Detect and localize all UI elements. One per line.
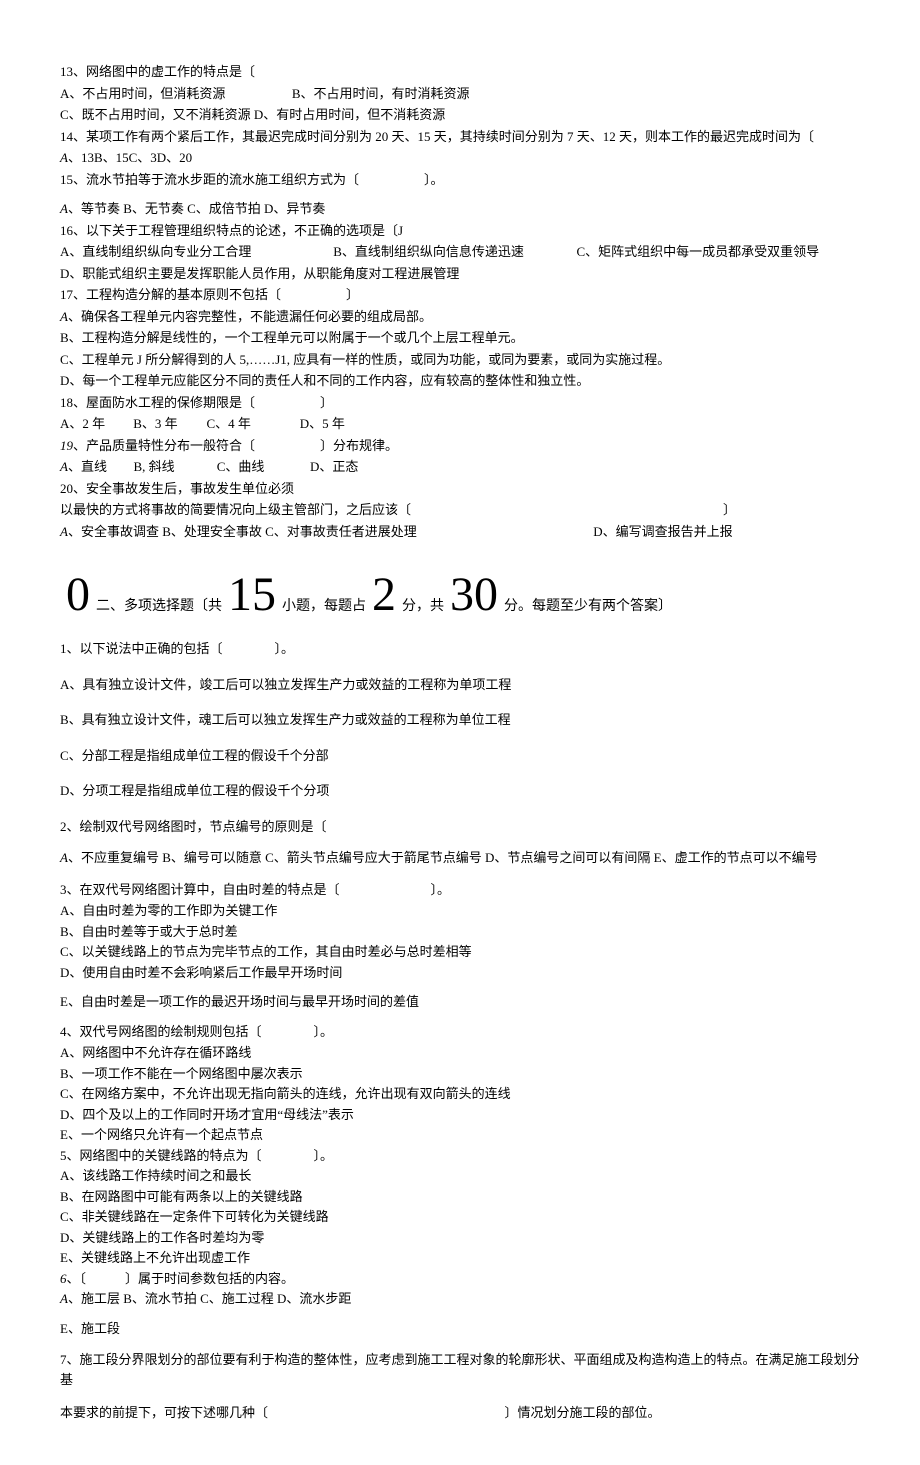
q19-stem-text: 、产品质量特性分布一般符合〔 〕分布规律。 — [73, 438, 398, 453]
m2-a-letter: A — [60, 850, 68, 865]
q20-stem: 20、安全事故发生后，事故发生单位必须 — [60, 479, 860, 499]
q13-stem: 13、网络图中的虚工作的特点是〔 — [60, 62, 860, 82]
m4-b: B、一项工作不能在一个网络图中屡次表示 — [60, 1064, 860, 1084]
q15-a-letter: A — [60, 201, 68, 216]
m2-opts-text: 、不应重复编号 B、编号可以随意 C、箭头节点编号应大于箭尾节点编号 D、节点编… — [68, 850, 818, 865]
m3-stem: 3、在双代号网络图计算中，自由时差的特点是〔 〕。 — [60, 880, 860, 900]
m6-stem: 6、〔 〕属于时间参数包括的内容。 — [60, 1269, 860, 1289]
section2-zero: 0 — [66, 571, 90, 619]
m4-stem: 4、双代号网络图的绘制规则包括〔 〕。 — [60, 1022, 860, 1042]
q15-opts-text: 、等节奏 B、无节奏 C、成倍节拍 D、异节奏 — [68, 201, 325, 216]
q13-opts-row1: A、不占用时间，但消耗资源 B、不占用时间，有时消耗资源 — [60, 84, 860, 104]
section2-header: 0 二、多项选择题〔共 15 小题，每题占 2 分，共 30 分。每题至少有两个… — [60, 571, 860, 619]
q19-c: C、曲线 — [217, 457, 307, 477]
q16-a: A、直线制组织纵向专业分工合理 — [60, 242, 330, 262]
q13-opts-row2: C、既不占用时间，又不消耗资源 D、有时占用时间，但不消耗资源 — [60, 105, 860, 125]
section2-t4: 分。每题至少有两个答案〕 — [504, 596, 672, 617]
m7-stem2a: 本要求的前提下，可按下述哪几种〔 — [60, 1405, 268, 1420]
q13-d: D、有时占用时间，但不消耗资源 — [254, 107, 445, 122]
m3-e: E、自由时差是一项工作的最迟开场时间与最早开场时间的差值 — [60, 992, 860, 1012]
m5-b: B、在网路图中可能有两条以上的关键线路 — [60, 1187, 860, 1207]
m6-stem-text: 、〔 〕属于时间参数包括的内容。 — [67, 1271, 295, 1286]
q19-d: D、正态 — [310, 457, 358, 477]
q14-a-letter: A — [60, 150, 68, 165]
m3-c: C、以关键线路上的节点为完毕节点的工作，其自由时差必与总时差相等 — [60, 942, 860, 962]
m7-stem2b: 〕情况划分施工段的部位。 — [505, 1405, 661, 1420]
q17-d: D、每一个工程单元应能区分不同的责任人和不同的工作内容，应有较高的整体性和独立性… — [60, 371, 860, 391]
m4-e: E、一个网络只允许有一个起点节点 — [60, 1125, 860, 1145]
m1-stem: 1、以下说法中正确的包括〔 〕。 — [60, 639, 860, 659]
m6-opts: A、施工层 B、流水节拍 C、施工过程 D、流水步距 — [60, 1289, 860, 1309]
m1-d: D、分项工程是指组成单位工程的假设千个分项 — [60, 781, 860, 801]
q19-a-letter: A — [60, 457, 68, 477]
m7-stem1: 7、施工段分界限划分的部位要有利于构造的整体性，应考虑到施工工程对象的轮廓形状、… — [60, 1350, 860, 1389]
q19-b: B, 斜线 — [133, 457, 213, 477]
section2-n1: 15 — [228, 571, 276, 619]
m6-a-letter: A — [60, 1291, 68, 1306]
q17-a-text: 、确保各工程单元内容完整性，不能遗漏任何必要的组成局部。 — [68, 309, 432, 324]
q17-b: B、工程构造分解是线性的，一个工程单元可以附属于一个或几个上层工程单元。 — [60, 328, 860, 348]
q19-stem: 19、产品质量特性分布一般符合〔 〕分布规律。 — [60, 436, 860, 456]
q15-stem: 15、流水节拍等于流水步距的流水施工组织方式为〔 〕。 — [60, 170, 860, 190]
m1-a: A、具有独立设计文件，竣工后可以独立发挥生产力或效益的工程称为单项工程 — [60, 675, 860, 695]
q17-a: A、确保各工程单元内容完整性，不能遗漏任何必要的组成局部。 — [60, 307, 860, 327]
q18-a: A、2 年 — [60, 414, 130, 434]
q18-stem: 18、屋面防水工程的保修期限是〔 〕 — [60, 393, 860, 413]
q13-a: A、不占用时间，但消耗资源 — [60, 86, 225, 101]
m2-opts: A、不应重复编号 B、编号可以随意 C、箭头节点编号应大于箭尾节点编号 D、节点… — [60, 848, 860, 868]
q14-opts: A、13B、15C、3D、20 — [60, 148, 860, 168]
q16-b: B、直线制组织纵向信息传递迅速 — [333, 242, 573, 262]
q14-stem: 14、某项工作有两个紧后工作，其最迟完成时间分别为 20 天、15 天，其持续时… — [60, 127, 860, 147]
q16-stem: 16、以下关于工程管理组织特点的论述，不正确的选项是〔J — [60, 221, 860, 241]
q20-a: 、安全事故调查 B、处理安全事故 C、对事故责任者进展处理 — [68, 524, 417, 539]
q17-c: C、工程单元 J 所分解得到的人 5,……J1, 应具有一样的性质，或同为功能，… — [60, 350, 860, 370]
q20-d: D、编写调查报告并上报 — [593, 524, 732, 539]
m3-a: A、自由时差为零的工作即为关键工作 — [60, 901, 860, 921]
q14-opts-text: 、13B、15C、3D、20 — [68, 150, 192, 165]
q20-a-letter: A — [60, 524, 68, 539]
section2-t1: 二、多项选择题〔共 — [96, 596, 222, 617]
m3-d: D、使用自由时差不会彩响紧后工作最早开场时间 — [60, 963, 860, 983]
q16-c: C、矩阵式组织中每一成员都承受双重领导 — [577, 244, 820, 259]
m6-opts-text: 、施工层 B、流水节拍 C、施工过程 D、流水步距 — [68, 1291, 351, 1306]
q16-d: D、职能式组织主要是发挥职能人员作用，从职能角度对工程进展管理 — [60, 264, 860, 284]
q20-cont: 以最快的方式将事故的简要情况向上级主管部门，之后应该〔 〕 — [60, 500, 860, 520]
m2-stem: 2、绘制双代号网络图时，节点编号的原则是〔 — [60, 817, 860, 837]
section2-n3: 30 — [450, 571, 498, 619]
q18-c: C、4 年 — [207, 414, 297, 434]
m1-b: B、具有独立设计文件，魂工后可以独立发挥生产力或效益的工程称为单位工程 — [60, 710, 860, 730]
q19-opts: A、直线 B, 斜线 C、曲线 D、正态 — [60, 457, 860, 477]
m5-e: E、关键线路上不允许出现虚工作 — [60, 1248, 860, 1268]
q13-c: C、既不占用时间，又不消耗资源 — [60, 107, 251, 122]
m5-a: A、该线路工作持续时间之和最长 — [60, 1166, 860, 1186]
q18-b: B、3 年 — [133, 414, 203, 434]
m1-c: C、分部工程是指组成单位工程的假设千个分部 — [60, 746, 860, 766]
m4-a: A、网络图中不允许存在循环路线 — [60, 1043, 860, 1063]
q17-a-letter: A — [60, 309, 68, 324]
section2-t2: 小题，每题占 — [282, 596, 366, 617]
m4-c: C、在网络方案中，不允许出现无指向箭头的连线，允许出现有双向箭头的连线 — [60, 1084, 860, 1104]
m7-stem2: 本要求的前提下，可按下述哪几种〔 〕情况划分施工段的部位。 — [60, 1403, 860, 1423]
m5-stem: 5、网络图中的关键线路的特点为〔 〕。 — [60, 1146, 860, 1166]
m5-c: C、非关键线路在一定条件下可转化为关键线路 — [60, 1207, 860, 1227]
m6-e: E、施工段 — [60, 1319, 860, 1339]
m3-b: B、自由时差等于或大于总时差 — [60, 922, 860, 942]
q13-b: B、不占用时间，有时消耗资源 — [292, 86, 470, 101]
q20-opts: A、安全事故调查 B、处理安全事故 C、对事故责任者进展处理 D、编写调查报告并… — [60, 522, 860, 542]
q19-num: 19 — [60, 438, 73, 453]
q16-row1: A、直线制组织纵向专业分工合理 B、直线制组织纵向信息传递迅速 C、矩阵式组织中… — [60, 242, 860, 262]
q19-a: 、直线 — [68, 457, 107, 477]
section2-t3: 分，共 — [402, 596, 444, 617]
section2-n2: 2 — [372, 571, 396, 619]
q18-opts: A、2 年 B、3 年 C、4 年 D、5 年 — [60, 414, 860, 434]
m4-d: D、四个及以上的工作同时开场才宜用“母线法”表示 — [60, 1105, 860, 1125]
m5-d: D、关键线路上的工作各时差均为零 — [60, 1228, 860, 1248]
q18-d: D、5 年 — [300, 414, 345, 434]
q15-opts: A、等节奏 B、无节奏 C、成倍节拍 D、异节奏 — [60, 199, 860, 219]
q17-stem: 17、工程构造分解的基本原则不包括〔 〕 — [60, 285, 860, 305]
